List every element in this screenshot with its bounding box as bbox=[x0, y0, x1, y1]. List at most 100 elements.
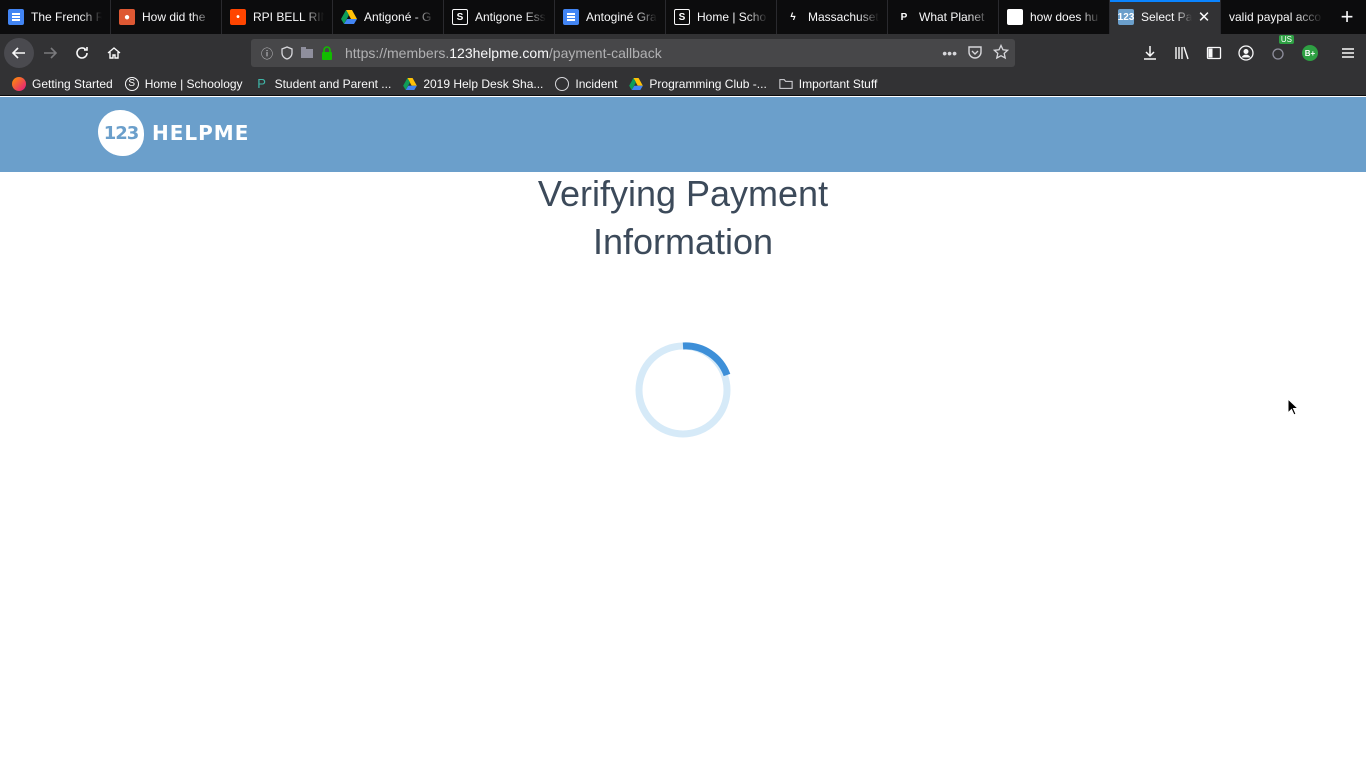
tab[interactable]: Antoginé Gra bbox=[555, 0, 666, 34]
loading-spinner bbox=[635, 342, 731, 438]
bookmark-item[interactable]: Getting Started bbox=[12, 76, 113, 91]
sidebar-icon bbox=[1206, 46, 1222, 60]
account-icon bbox=[1238, 45, 1254, 61]
drive-icon bbox=[341, 9, 357, 25]
grade-extension-button[interactable]: B+ bbox=[1298, 41, 1322, 65]
tab-title: The French R bbox=[31, 10, 102, 24]
bookmark-label: Home | Schoology bbox=[144, 76, 243, 91]
tab-active[interactable]: 123 Select Pa ✕ bbox=[1110, 0, 1221, 34]
url-text[interactable]: https://members.123helpme.com/payment-ca… bbox=[345, 45, 662, 61]
page-title-line1: Verifying Payment bbox=[537, 173, 829, 214]
new-tab-button[interactable]: + bbox=[1331, 0, 1363, 34]
tab-title: Home | Scho bbox=[697, 10, 767, 24]
site-logo[interactable]: 123 HELPME bbox=[98, 110, 249, 156]
tab-title: valid paypal acco bbox=[1229, 10, 1322, 24]
logo-number: 123 bbox=[98, 110, 144, 156]
library-icon bbox=[1175, 46, 1189, 60]
arrow-right-icon bbox=[44, 47, 58, 59]
tab[interactable]: ● How did the bbox=[111, 0, 222, 34]
bolt-icon: ϟ bbox=[790, 11, 796, 23]
tab[interactable]: ϟ Massachuset bbox=[777, 0, 888, 34]
downloads-button[interactable] bbox=[1138, 41, 1162, 65]
reload-icon bbox=[76, 47, 88, 59]
tab[interactable]: The French R bbox=[0, 0, 111, 34]
tab[interactable]: G how does hu bbox=[999, 0, 1110, 34]
tab-title: Antigone Ess bbox=[475, 10, 546, 24]
tab-title: Massachuset bbox=[808, 10, 879, 24]
duckduckgo-icon: ● bbox=[119, 9, 135, 25]
lock-icon[interactable] bbox=[319, 45, 335, 61]
home-icon bbox=[107, 47, 121, 59]
logo-text: HELPME bbox=[152, 121, 250, 145]
forward-button[interactable] bbox=[34, 37, 66, 69]
permissions-icon[interactable] bbox=[299, 45, 315, 61]
url-path: /payment-callback bbox=[548, 45, 662, 61]
extension-icon bbox=[1272, 48, 1284, 60]
bookmark-item[interactable]: Programming Club -... bbox=[629, 76, 767, 91]
vpn-extension-button[interactable]: US bbox=[1266, 35, 1294, 65]
bookmark-item[interactable]: 2019 Help Desk Sha... bbox=[403, 77, 543, 91]
folder-icon bbox=[779, 77, 793, 91]
shield-icon[interactable] bbox=[279, 45, 295, 61]
info-icon[interactable]: ⓘ bbox=[259, 45, 275, 61]
tab[interactable]: valid paypal acco bbox=[1221, 0, 1331, 34]
grade-badge-icon: B+ bbox=[1302, 45, 1318, 61]
us-badge: US bbox=[1278, 35, 1294, 44]
bookmark-item[interactable]: P Student and Parent ... bbox=[255, 76, 392, 91]
docs-icon bbox=[563, 9, 579, 25]
schoology-icon: S bbox=[124, 76, 139, 91]
tab[interactable]: P What Planet bbox=[888, 0, 999, 34]
close-icon[interactable]: ✕ bbox=[1196, 8, 1212, 26]
navigation-toolbar: ⓘ https://members.123helpme.com/payment-… bbox=[0, 34, 1366, 72]
arrow-left-icon bbox=[11, 47, 25, 59]
bookmark-item[interactable]: Incident bbox=[555, 76, 618, 91]
p-icon: P bbox=[257, 76, 266, 91]
tab-title: Antoginé Gra bbox=[586, 10, 657, 24]
p-icon: P bbox=[900, 11, 908, 23]
tab[interactable]: S Antigone Ess bbox=[444, 0, 555, 34]
bookmark-label: Student and Parent ... bbox=[274, 76, 392, 91]
tab-title: How did the bbox=[142, 10, 206, 24]
tab-title: What Planet bbox=[919, 10, 985, 24]
page-title: Verifying Payment Information bbox=[0, 170, 1366, 266]
download-icon bbox=[1144, 46, 1156, 60]
account-button[interactable] bbox=[1234, 41, 1258, 65]
bookmark-label: Programming Club -... bbox=[649, 76, 767, 91]
reload-button[interactable] bbox=[66, 37, 98, 69]
tab-title: how does hu bbox=[1030, 10, 1099, 24]
drive-icon bbox=[629, 77, 644, 91]
schoology-icon: S bbox=[674, 9, 690, 25]
drive-icon bbox=[403, 77, 418, 91]
url-host: 123helpme.com bbox=[449, 45, 549, 61]
docs-icon bbox=[8, 9, 24, 25]
bookmark-star-icon[interactable] bbox=[992, 43, 1010, 63]
url-bar[interactable]: ⓘ https://members.123helpme.com/payment-… bbox=[251, 39, 1015, 67]
page-actions-icon[interactable]: ••• bbox=[942, 45, 957, 61]
google-icon: G bbox=[1007, 9, 1023, 25]
tab-title: RPI BELL RIN bbox=[253, 10, 324, 24]
bookmark-label: Getting Started bbox=[32, 76, 113, 91]
bookmark-label: 2019 Help Desk Sha... bbox=[423, 76, 544, 91]
hamburger-menu-icon bbox=[1342, 48, 1354, 58]
bookmark-item[interactable]: S Home | Schoology bbox=[124, 76, 243, 91]
bookmark-folder[interactable]: Important Stuff bbox=[779, 77, 877, 91]
url-prefix: https://members. bbox=[345, 45, 450, 61]
page-title-line2: Information bbox=[592, 221, 774, 262]
firefox-icon bbox=[12, 76, 26, 91]
bookmark-label: Incident bbox=[575, 76, 618, 91]
back-button[interactable] bbox=[4, 38, 34, 68]
tab[interactable]: Antigoné - G bbox=[333, 0, 444, 34]
sidebar-button[interactable] bbox=[1202, 41, 1226, 65]
home-button[interactable] bbox=[98, 37, 130, 69]
tab-title: Antigoné - G bbox=[364, 10, 432, 24]
tab-title: Select Pa bbox=[1141, 10, 1192, 24]
tab[interactable]: • RPI BELL RIN bbox=[222, 0, 333, 34]
tab-strip: The French R ● How did the • RPI BELL RI… bbox=[0, 0, 1366, 34]
globe-icon bbox=[555, 76, 570, 91]
pocket-icon[interactable] bbox=[967, 44, 983, 63]
library-button[interactable] bbox=[1170, 41, 1194, 65]
123helpme-icon: 123 bbox=[1118, 9, 1134, 25]
menu-button[interactable] bbox=[1336, 41, 1360, 65]
mouse-cursor-icon bbox=[1287, 398, 1299, 416]
tab[interactable]: S Home | Scho bbox=[666, 0, 777, 34]
